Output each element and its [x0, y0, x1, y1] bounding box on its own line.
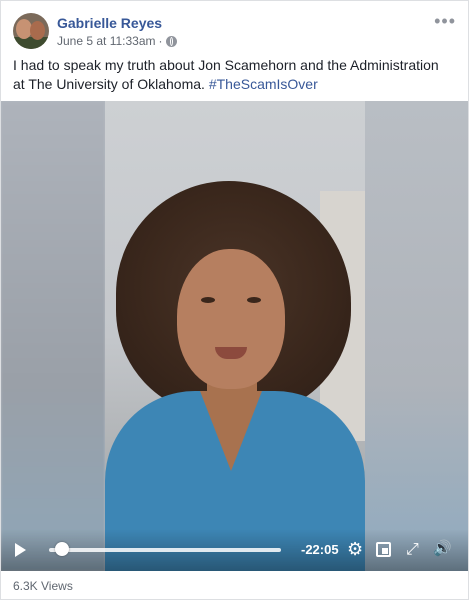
video-controls: -22:05 ⚙ ⤢ 🔊	[1, 529, 468, 571]
settings-icon[interactable]: ⚙	[347, 540, 363, 558]
globe-icon	[165, 35, 177, 47]
person-face	[177, 249, 285, 389]
time-remaining: -22:05	[301, 542, 339, 557]
seek-bar[interactable]	[49, 548, 281, 552]
video-player[interactable]: -22:05 ⚙ ⤢ 🔊	[1, 101, 468, 571]
post-meta: June 5 at 11:33am ·	[57, 34, 177, 48]
author-name[interactable]: Gabrielle Reyes	[57, 15, 162, 31]
post-card: Gabrielle Reyes June 5 at 11:33am · ••• …	[0, 0, 469, 600]
play-icon[interactable]	[15, 543, 26, 557]
hashtag-link[interactable]: #TheScamIsOver	[209, 76, 318, 92]
post-header: Gabrielle Reyes June 5 at 11:33am · •••	[13, 11, 456, 53]
video-blur-right	[365, 101, 468, 571]
fullscreen-icon[interactable]: ⤢	[406, 542, 419, 558]
more-options-icon[interactable]: •••	[434, 11, 456, 32]
post-timestamp[interactable]: June 5 at 11:33am	[57, 34, 156, 48]
meta-separator: ·	[158, 34, 163, 48]
post-text: I had to speak my truth about Jon Scameh…	[13, 56, 453, 94]
view-count: 6.3K Views	[13, 579, 73, 593]
minimize-icon[interactable]	[376, 542, 391, 557]
seek-handle[interactable]	[55, 542, 69, 556]
video-blur-left	[1, 101, 105, 571]
avatar[interactable]	[13, 13, 49, 49]
volume-icon[interactable]: 🔊	[433, 541, 452, 557]
video-frame	[105, 101, 365, 571]
